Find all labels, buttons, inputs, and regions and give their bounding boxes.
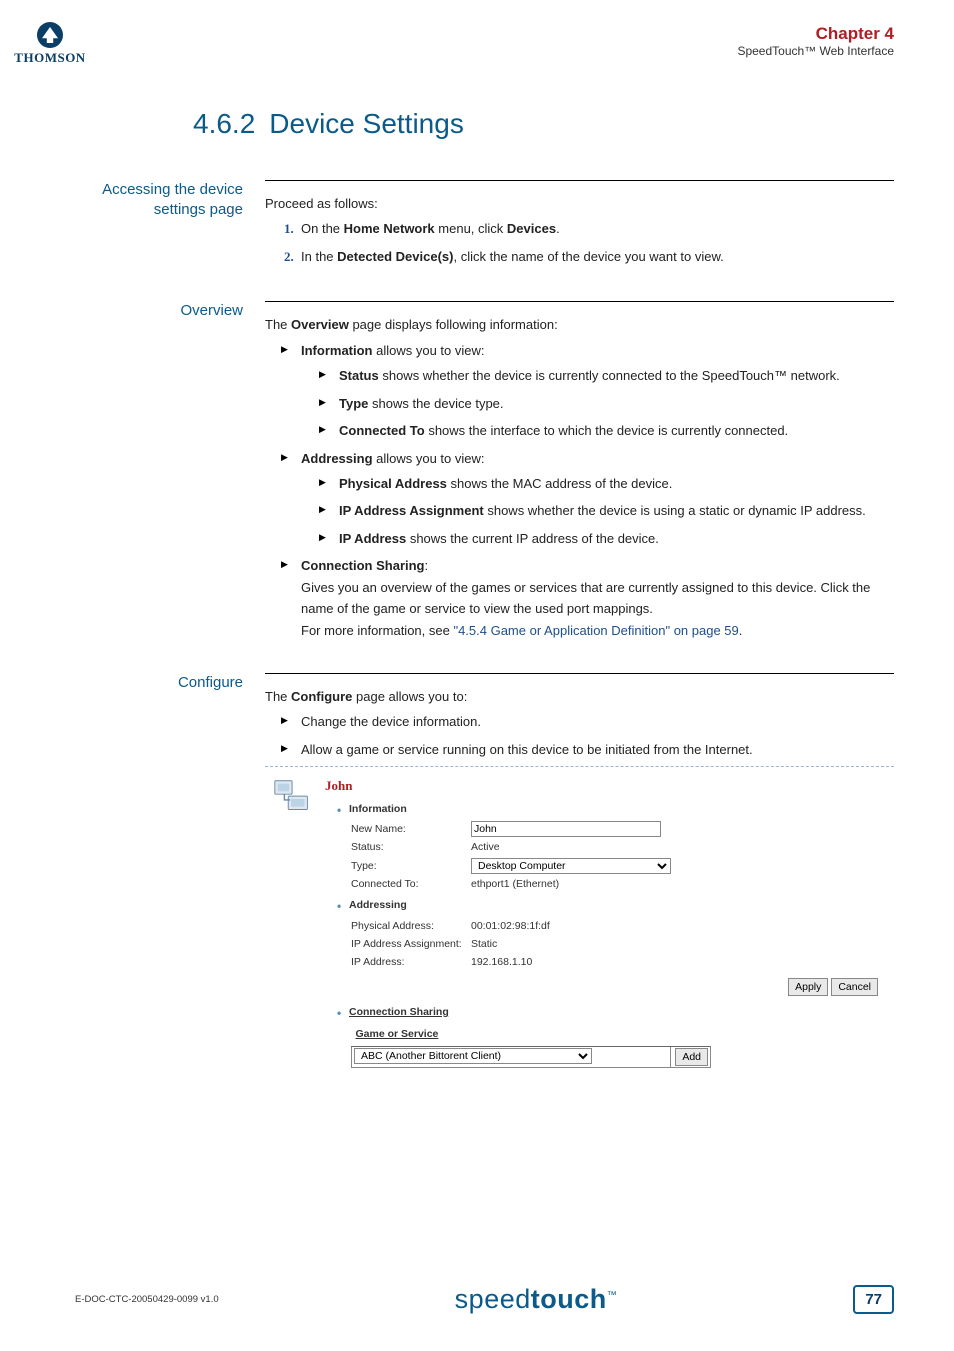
status-label: Status: [351, 839, 471, 856]
overview-list: Information allows you to view: Status s… [265, 340, 894, 641]
overview-block: Overview The Overview page displays foll… [75, 301, 894, 647]
info-group: Information allows you to view: Status s… [281, 340, 894, 442]
intro-text: Proceed as follows: [265, 196, 378, 211]
phys-addr-label: Physical Address: [351, 918, 471, 935]
divider [265, 180, 894, 181]
step-1: On the Home Network menu, click Devices. [297, 218, 894, 239]
status-value: Active [471, 839, 888, 856]
steps-list: On the Home Network menu, click Devices.… [265, 218, 894, 267]
addressing-group: Addressing allows you to view: Physical … [281, 448, 894, 550]
info-connected: Connected To shows the interface to whic… [319, 420, 894, 441]
accessing-block: Accessing the device settings page Proce… [75, 180, 894, 275]
side-label-configure: Configure [75, 673, 265, 1078]
ip-assign-label: IP Address Assignment: [351, 936, 471, 953]
doc-id: E-DOC-CTC-20050429-0099 v1.0 [75, 1294, 219, 1305]
connected-to-label: Connected To: [351, 876, 471, 893]
divider [265, 673, 894, 674]
brand-name: THOMSON [14, 50, 86, 66]
add-button[interactable]: Add [675, 1048, 708, 1066]
computer-icon [271, 775, 325, 1072]
group-connection-sharing: Connection Sharing [337, 1004, 888, 1021]
section-name: Device Settings [269, 108, 464, 139]
page-header: Chapter 4 SpeedTouch™ Web Interface [75, 24, 894, 58]
side-label-overview: Overview [75, 301, 265, 647]
page-footer: E-DOC-CTC-20050429-0099 v1.0 speedtouch™… [75, 1284, 894, 1315]
chapter-subtitle: SpeedTouch™ Web Interface [75, 44, 894, 58]
side-label-accessing: Accessing the device settings page [75, 180, 265, 275]
step-2: In the Detected Device(s), click the nam… [297, 246, 894, 267]
game-service-select[interactable]: ABC (Another Bittorent Client) [354, 1048, 592, 1064]
cfg-item-1: Change the device information. [281, 711, 894, 732]
type-select[interactable]: Desktop Computer [471, 858, 671, 874]
apply-button[interactable]: Apply [788, 978, 828, 996]
cancel-button[interactable]: Cancel [831, 978, 878, 996]
phys-addr-value: 00:01:02:98:1f:df [471, 918, 888, 935]
footer-logo: speedtouch™ [219, 1284, 854, 1315]
cfg-item-2: Allow a game or service running on this … [281, 739, 894, 760]
cs-table: Game or Service ABC (Another Bittorent C… [351, 1024, 711, 1068]
cs-column-header: Game or Service [352, 1024, 671, 1046]
brand-logo: THOMSON [14, 22, 86, 66]
section-number: 4.6.2 [193, 108, 255, 139]
page-number: 77 [853, 1285, 894, 1314]
connection-sharing-group: Connection Sharing: Gives you an overvie… [281, 555, 894, 641]
ip-addr-label: IP Address: [351, 954, 471, 971]
divider [265, 301, 894, 302]
info-status: Status shows whether the device is curre… [319, 365, 894, 386]
addr-ip: IP Address shows the current IP address … [319, 528, 894, 549]
device-title: John [325, 775, 888, 796]
thomson-icon [37, 22, 63, 48]
addr-phys: Physical Address shows the MAC address o… [319, 473, 894, 494]
chapter-title: Chapter 4 [75, 24, 894, 44]
embedded-screenshot: John Information New Name: Status:Active… [265, 766, 894, 1078]
cross-ref-link[interactable]: "4.5.4 Game or Application Definition" o… [453, 623, 738, 638]
section-title: 4.6.2 Device Settings [193, 108, 894, 140]
ip-assign-value: Static [471, 936, 888, 953]
addr-assign: IP Address Assignment shows whether the … [319, 500, 894, 521]
configure-block: Configure The Configure page allows you … [75, 673, 894, 1078]
group-addressing: Addressing [337, 897, 888, 914]
new-name-label: New Name: [351, 821, 471, 838]
info-type: Type shows the device type. [319, 393, 894, 414]
new-name-input[interactable] [471, 821, 661, 837]
connected-to-value: ethport1 (Ethernet) [471, 876, 888, 893]
ip-addr-value: 192.168.1.10 [471, 954, 888, 971]
group-information: Information [337, 801, 888, 818]
type-label: Type: [351, 858, 471, 875]
